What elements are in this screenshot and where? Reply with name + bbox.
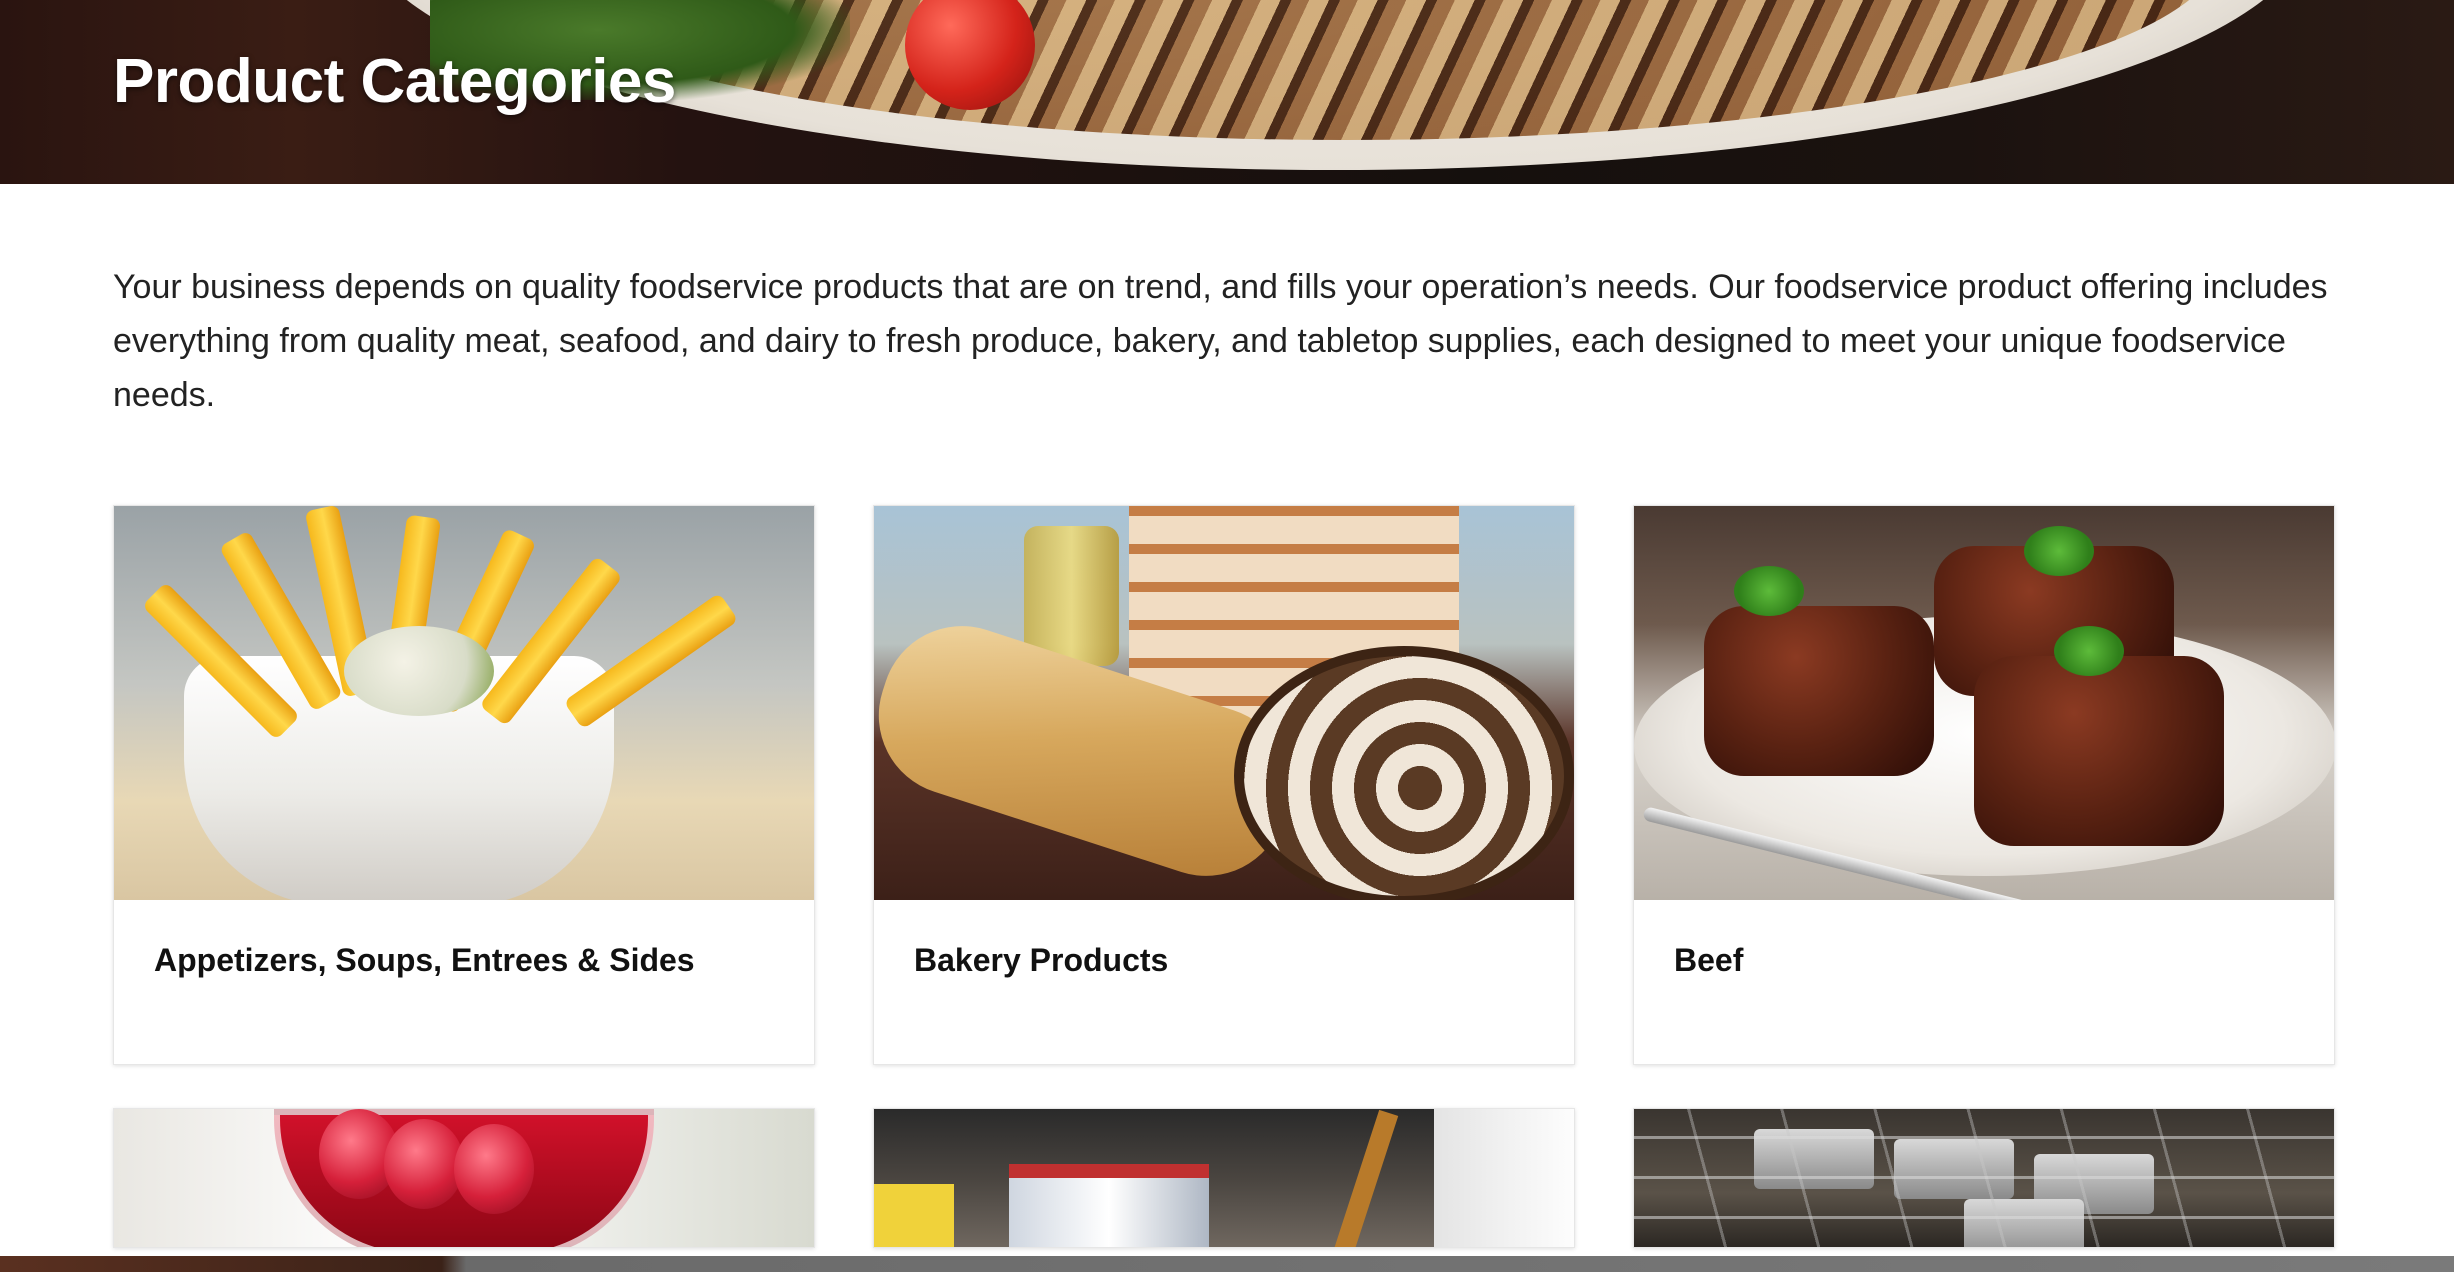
category-card-appetizers[interactable]: Appetizers, Soups, Entrees & Sides xyxy=(113,505,815,1065)
card-caption[interactable]: Appetizers, Soups, Entrees & Sides xyxy=(114,900,814,1064)
category-title[interactable]: Beef xyxy=(1674,942,2294,979)
category-card-beef[interactable]: Beef xyxy=(1633,505,2335,1065)
category-image[interactable] xyxy=(874,1109,1574,1247)
wire-rack-shape xyxy=(1634,1109,2334,1247)
category-card-desserts[interactable] xyxy=(113,1108,815,1248)
category-image[interactable] xyxy=(1634,506,2334,900)
category-image[interactable] xyxy=(114,506,814,900)
cheese-topping-shape xyxy=(344,626,494,716)
category-title[interactable]: Bakery Products xyxy=(914,942,1534,979)
category-image[interactable] xyxy=(1634,1109,2334,1247)
chef-coat-shape xyxy=(1434,1109,1574,1247)
herb-garnish-shape xyxy=(1734,566,1804,616)
yellow-container-shape xyxy=(874,1184,954,1247)
oil-bottle-shape xyxy=(1024,526,1119,666)
category-title[interactable]: Appetizers, Soups, Entrees & Sides xyxy=(154,942,774,979)
category-image[interactable] xyxy=(874,506,1574,900)
page-title: Product Categories xyxy=(113,47,676,116)
hero-banner: Product Categories xyxy=(0,0,2454,184)
category-card-janitorial[interactable] xyxy=(873,1108,1575,1248)
bucket-shape xyxy=(1009,1164,1209,1247)
herb-garnish-shape xyxy=(2024,526,2094,576)
mop-handle-shape xyxy=(1329,1109,1399,1247)
raspberry-shape xyxy=(454,1124,534,1214)
marble-rye-shape xyxy=(1234,646,1574,900)
beef-piece-shape xyxy=(1704,606,1934,776)
herb-garnish-shape xyxy=(2054,626,2124,676)
bottom-edge-bar xyxy=(0,1256,2454,1272)
category-card-equipment[interactable] xyxy=(1633,1108,2335,1248)
raspberry-shape xyxy=(384,1119,464,1209)
category-card-bakery[interactable]: Bakery Products xyxy=(873,505,1575,1065)
beef-piece-shape xyxy=(1974,656,2224,846)
card-caption[interactable]: Beef xyxy=(1634,900,2334,1064)
category-image[interactable] xyxy=(114,1109,814,1247)
card-caption[interactable]: Bakery Products xyxy=(874,900,1574,1064)
intro-paragraph: Your business depends on quality foodser… xyxy=(113,268,2328,414)
